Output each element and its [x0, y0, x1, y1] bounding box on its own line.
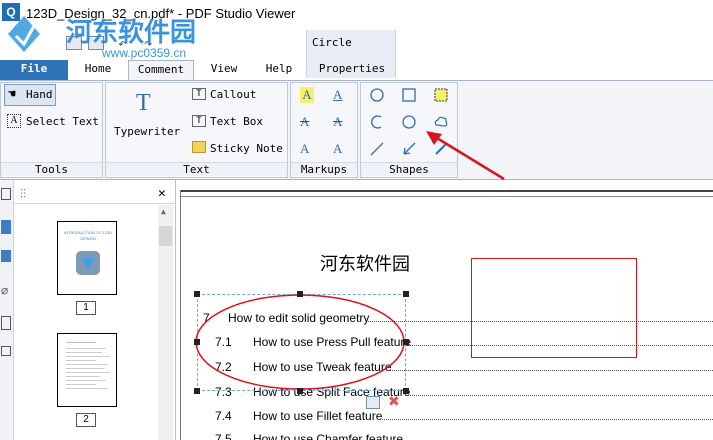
callout-icon: T [192, 88, 206, 100]
page-thumbnail-1[interactable]: INTRODUCTION TO 123D DESIGN [57, 221, 117, 295]
typewriter-icon: T [136, 90, 151, 116]
text-box-icon: T [192, 115, 206, 127]
thumbnail-line [66, 376, 100, 377]
edit-annotation-icon[interactable] [366, 396, 380, 409]
resize-handle[interactable] [194, 291, 200, 297]
document-edge [180, 190, 181, 440]
tab-home[interactable]: Home [72, 60, 124, 80]
tab-comment[interactable]: Comment [128, 60, 194, 80]
pages-panel-icon[interactable] [1, 188, 11, 200]
tools-group-label: Tools [1, 162, 102, 176]
thumbnail-line [66, 342, 96, 343]
bookmarks-icon[interactable] [1, 220, 11, 234]
tab-properties[interactable]: Properties [310, 60, 394, 80]
line-icon[interactable] [369, 141, 385, 157]
resize-handle[interactable] [403, 291, 409, 297]
resize-handle[interactable] [194, 339, 200, 345]
toc-number: 7.4 [215, 409, 232, 423]
highlight-icon[interactable]: A [300, 87, 314, 103]
squiggly-icon[interactable]: A [333, 141, 342, 157]
left-toolbar [0, 180, 14, 440]
page-top-border [181, 190, 713, 192]
filled-rectangle-icon[interactable] [433, 87, 449, 103]
toc-leader [388, 370, 713, 371]
ellipse-icon[interactable] [369, 87, 385, 103]
signatures-icon[interactable] [1, 346, 11, 356]
rectangle-annotation[interactable] [471, 258, 637, 358]
resize-handle[interactable] [403, 388, 409, 394]
toc-entry[interactable]: How to use Fillet feature [253, 409, 382, 423]
thumbnail-line [66, 380, 106, 381]
resize-handle[interactable] [403, 339, 409, 345]
page-thumbnail-2[interactable] [57, 333, 117, 407]
toc-entry[interactable]: How to use Chamfer feature [253, 432, 403, 440]
thumbnail-line [66, 372, 110, 373]
tab-help[interactable]: Help [254, 60, 304, 80]
hand-label: Hand [26, 88, 53, 101]
replace-text-icon[interactable]: A [333, 114, 342, 130]
circle-context-label: Circle [312, 36, 352, 49]
rectangle-icon[interactable] [401, 87, 417, 103]
resize-handle[interactable] [297, 291, 303, 297]
circle-icon[interactable] [401, 114, 417, 130]
delete-annotation-icon[interactable]: ✖ [388, 394, 400, 410]
scrollbar-thumb[interactable] [159, 226, 172, 246]
thumbnail-options-icon[interactable]: ⫶⫶ [20, 187, 26, 202]
app-logo-icon [76, 251, 100, 275]
toc-number: 7.5 [215, 432, 232, 440]
toc-leader [378, 419, 713, 420]
comments-panel-icon[interactable] [1, 316, 11, 330]
thumbnail-line [66, 360, 96, 361]
thumbnail-caption: INTRODUCTION TO 123D DESIGN [64, 230, 112, 241]
select-text-button[interactable]: Select Text [26, 115, 99, 128]
arrow-icon[interactable] [401, 141, 417, 157]
thumbnail-header [14, 184, 176, 204]
thumbnail-line [66, 384, 96, 385]
watermark-logo-icon [8, 16, 40, 52]
markups-group-label: Markups [291, 162, 357, 176]
pointer-arrow-annotation [426, 131, 505, 181]
attachment-icon[interactable]: ∅ [1, 284, 8, 298]
insert-text-icon[interactable]: A [300, 141, 309, 157]
select-text-icon: A [7, 114, 21, 128]
circle-annotation[interactable] [192, 289, 412, 397]
typewriter-button[interactable]: Typewriter [114, 125, 180, 138]
page-top-rule [181, 196, 713, 197]
thumbnail-line [66, 352, 102, 353]
hand-icon: ☚ [8, 87, 16, 102]
page-number-2: 2 [76, 413, 96, 427]
page-number-1: 1 [76, 301, 96, 315]
layers-icon[interactable] [1, 250, 11, 262]
watermark-text: 河东软件园 [66, 18, 197, 48]
close-panel-icon[interactable]: ✕ [158, 186, 166, 201]
underline-icon[interactable]: A [333, 87, 342, 103]
thumbnail-line [66, 364, 108, 365]
text-box-button[interactable]: Text Box [210, 115, 263, 128]
toc-leader [408, 395, 713, 396]
scroll-up-icon[interactable]: ▲ [161, 207, 166, 216]
resize-handle[interactable] [194, 388, 200, 394]
watermark-url: www.pc0359.cn [102, 46, 187, 60]
sticky-note-icon [192, 141, 206, 153]
arc-icon[interactable] [369, 114, 385, 130]
thumbnail-line [66, 348, 106, 349]
sticky-note-button[interactable]: Sticky Note [210, 142, 283, 155]
strikeout-icon[interactable]: A [300, 114, 309, 130]
text-group-label: Text [106, 162, 287, 176]
tab-file[interactable]: File [0, 60, 68, 80]
thumbnail-line [66, 356, 110, 357]
callout-button[interactable]: Callout [210, 88, 256, 101]
tab-view[interactable]: View [198, 60, 250, 80]
thumbnail-line [66, 368, 104, 369]
resize-handle[interactable] [297, 388, 303, 394]
thumbnail-line [66, 388, 108, 389]
document-heading: 河东软件园 [320, 254, 410, 275]
